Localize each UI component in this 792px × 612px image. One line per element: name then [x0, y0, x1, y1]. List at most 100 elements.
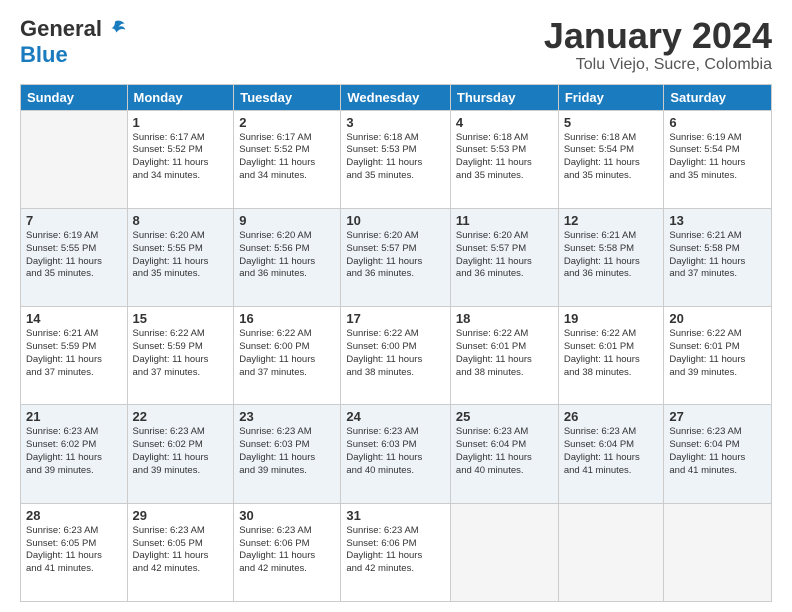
table-cell: 30Sunrise: 6:23 AM Sunset: 6:06 PM Dayli…: [234, 503, 341, 601]
logo-blue-text: Blue: [20, 42, 68, 68]
day-info: Sunrise: 6:23 AM Sunset: 6:03 PM Dayligh…: [346, 426, 445, 477]
day-info: Sunrise: 6:21 AM Sunset: 5:59 PM Dayligh…: [26, 328, 122, 379]
day-number: 4: [456, 115, 553, 130]
table-cell: 10 Sunrise: 6:20 AM Sunset: 5:57 PM Dayli…: [341, 208, 451, 306]
table-cell: [558, 503, 664, 601]
logo-general-text: General: [20, 16, 102, 42]
table-cell: 23Sunrise: 6:23 AM Sunset: 6:03 PM Dayli…: [234, 405, 341, 503]
table-cell: 25Sunrise: 6:23 AM Sunset: 6:04 PM Dayli…: [450, 405, 558, 503]
calendar-table: Sunday Monday Tuesday Wednesday Thursday…: [20, 84, 772, 602]
day-info: Sunrise: 6:22 AM Sunset: 6:01 PM Dayligh…: [564, 328, 659, 379]
table-cell: 16Sunrise: 6:22 AM Sunset: 6:00 PM Dayli…: [234, 307, 341, 405]
day-number: 29: [133, 508, 229, 523]
day-number: 17: [346, 311, 445, 326]
day-number: 2: [239, 115, 335, 130]
table-cell: 26 Sunrise: 6:23 AM Sunset: 6:04 PM Dayli…: [558, 405, 664, 503]
table-cell: [664, 503, 772, 601]
day-info: Sunrise: 6:20 AM Sunset: 5:57 PM Dayligh…: [346, 230, 445, 281]
day-number: 1: [133, 115, 229, 130]
day-number: 13: [669, 213, 766, 228]
table-cell: 3 Sunrise: 6:18 AM Sunset: 5:53 PM Daylig…: [341, 110, 451, 208]
day-info: Sunrise: 6:23 AM Sunset: 6:04 PM Dayligh…: [564, 426, 659, 477]
day-info: Sunrise: 6:21 AM Sunset: 5:58 PM Dayligh…: [564, 230, 659, 281]
table-cell: 13 Sunrise: 6:21 AM Sunset: 5:58 PM Dayli…: [664, 208, 772, 306]
table-cell: 21 Sunrise: 6:23 AM Sunset: 6:02 PM Dayli…: [21, 405, 128, 503]
table-cell: [21, 110, 128, 208]
header-wednesday: Wednesday: [341, 84, 451, 110]
table-cell: 11Sunrise: 6:20 AM Sunset: 5:57 PM Dayli…: [450, 208, 558, 306]
day-info: Sunrise: 6:22 AM Sunset: 6:00 PM Dayligh…: [346, 328, 445, 379]
day-info: Sunrise: 6:21 AM Sunset: 5:58 PM Dayligh…: [669, 230, 766, 281]
day-info: Sunrise: 6:23 AM Sunset: 6:04 PM Dayligh…: [456, 426, 553, 477]
table-cell: 24 Sunrise: 6:23 AM Sunset: 6:03 PM Dayli…: [341, 405, 451, 503]
day-number: 24: [346, 409, 445, 424]
day-info: Sunrise: 6:17 AM Sunset: 5:52 PM Dayligh…: [239, 132, 335, 183]
day-info: Sunrise: 6:20 AM Sunset: 5:55 PM Dayligh…: [133, 230, 229, 281]
header-monday: Monday: [127, 84, 234, 110]
table-cell: 2 Sunrise: 6:17 AM Sunset: 5:52 PM Daylig…: [234, 110, 341, 208]
day-info: Sunrise: 6:22 AM Sunset: 6:01 PM Dayligh…: [669, 328, 766, 379]
table-cell: 18Sunrise: 6:22 AM Sunset: 6:01 PM Dayli…: [450, 307, 558, 405]
table-cell: 8 Sunrise: 6:20 AM Sunset: 5:55 PM Daylig…: [127, 208, 234, 306]
day-number: 12: [564, 213, 659, 228]
header-tuesday: Tuesday: [234, 84, 341, 110]
day-info: Sunrise: 6:20 AM Sunset: 5:56 PM Dayligh…: [239, 230, 335, 281]
day-number: 19: [564, 311, 659, 326]
day-number: 22: [133, 409, 229, 424]
day-info: Sunrise: 6:19 AM Sunset: 5:54 PM Dayligh…: [669, 132, 766, 183]
table-cell: 1 Sunrise: 6:17 AM Sunset: 5:52 PM Daylig…: [127, 110, 234, 208]
logo: General Blue: [20, 16, 126, 68]
day-info: Sunrise: 6:23 AM Sunset: 6:02 PM Dayligh…: [26, 426, 122, 477]
day-number: 7: [26, 213, 122, 228]
day-info: Sunrise: 6:18 AM Sunset: 5:53 PM Dayligh…: [456, 132, 553, 183]
day-number: 11: [456, 213, 553, 228]
day-info: Sunrise: 6:23 AM Sunset: 6:05 PM Dayligh…: [26, 525, 122, 576]
day-number: 21: [26, 409, 122, 424]
page: General Blue January 2024 Tolu Viejo, Su…: [0, 0, 792, 612]
table-cell: [450, 503, 558, 601]
day-number: 28: [26, 508, 122, 523]
day-number: 3: [346, 115, 445, 130]
day-info: Sunrise: 6:17 AM Sunset: 5:52 PM Dayligh…: [133, 132, 229, 183]
day-info: Sunrise: 6:18 AM Sunset: 5:54 PM Dayligh…: [564, 132, 659, 183]
day-number: 9: [239, 213, 335, 228]
day-number: 14: [26, 311, 122, 326]
header: General Blue January 2024 Tolu Viejo, Su…: [20, 16, 772, 74]
header-friday: Friday: [558, 84, 664, 110]
table-cell: 19 Sunrise: 6:22 AM Sunset: 6:01 PM Dayli…: [558, 307, 664, 405]
table-cell: 27Sunrise: 6:23 AM Sunset: 6:04 PM Dayli…: [664, 405, 772, 503]
table-row: 28 Sunrise: 6:23 AM Sunset: 6:05 PM Dayli…: [21, 503, 772, 601]
day-info: Sunrise: 6:23 AM Sunset: 6:06 PM Dayligh…: [346, 525, 445, 576]
day-number: 27: [669, 409, 766, 424]
day-number: 26: [564, 409, 659, 424]
table-cell: 28 Sunrise: 6:23 AM Sunset: 6:05 PM Dayli…: [21, 503, 128, 601]
location-title: Tolu Viejo, Sucre, Colombia: [544, 56, 772, 74]
table-cell: 31Sunrise: 6:23 AM Sunset: 6:06 PM Dayli…: [341, 503, 451, 601]
table-cell: 15Sunrise: 6:22 AM Sunset: 5:59 PM Dayli…: [127, 307, 234, 405]
day-info: Sunrise: 6:23 AM Sunset: 6:05 PM Dayligh…: [133, 525, 229, 576]
day-info: Sunrise: 6:18 AM Sunset: 5:53 PM Dayligh…: [346, 132, 445, 183]
day-info: Sunrise: 6:23 AM Sunset: 6:03 PM Dayligh…: [239, 426, 335, 477]
table-cell: 14 Sunrise: 6:21 AM Sunset: 5:59 PM Dayli…: [21, 307, 128, 405]
day-number: 8: [133, 213, 229, 228]
logo-bird-icon: [104, 18, 126, 40]
day-info: Sunrise: 6:22 AM Sunset: 6:01 PM Dayligh…: [456, 328, 553, 379]
table-cell: 22Sunrise: 6:23 AM Sunset: 6:02 PM Dayli…: [127, 405, 234, 503]
table-cell: 7 Sunrise: 6:19 AM Sunset: 5:55 PM Daylig…: [21, 208, 128, 306]
day-number: 5: [564, 115, 659, 130]
table-cell: 5 Sunrise: 6:18 AM Sunset: 5:54 PM Daylig…: [558, 110, 664, 208]
day-number: 6: [669, 115, 766, 130]
header-thursday: Thursday: [450, 84, 558, 110]
header-row: Sunday Monday Tuesday Wednesday Thursday…: [21, 84, 772, 110]
table-cell: 29 Sunrise: 6:23 AM Sunset: 6:05 PM Dayli…: [127, 503, 234, 601]
month-title: January 2024: [544, 16, 772, 56]
table-cell: 6 Sunrise: 6:19 AM Sunset: 5:54 PM Daylig…: [664, 110, 772, 208]
header-sunday: Sunday: [21, 84, 128, 110]
day-number: 15: [133, 311, 229, 326]
day-info: Sunrise: 6:22 AM Sunset: 6:00 PM Dayligh…: [239, 328, 335, 379]
header-saturday: Saturday: [664, 84, 772, 110]
day-number: 10: [346, 213, 445, 228]
day-number: 30: [239, 508, 335, 523]
day-info: Sunrise: 6:19 AM Sunset: 5:55 PM Dayligh…: [26, 230, 122, 281]
table-cell: 20Sunrise: 6:22 AM Sunset: 6:01 PM Dayli…: [664, 307, 772, 405]
